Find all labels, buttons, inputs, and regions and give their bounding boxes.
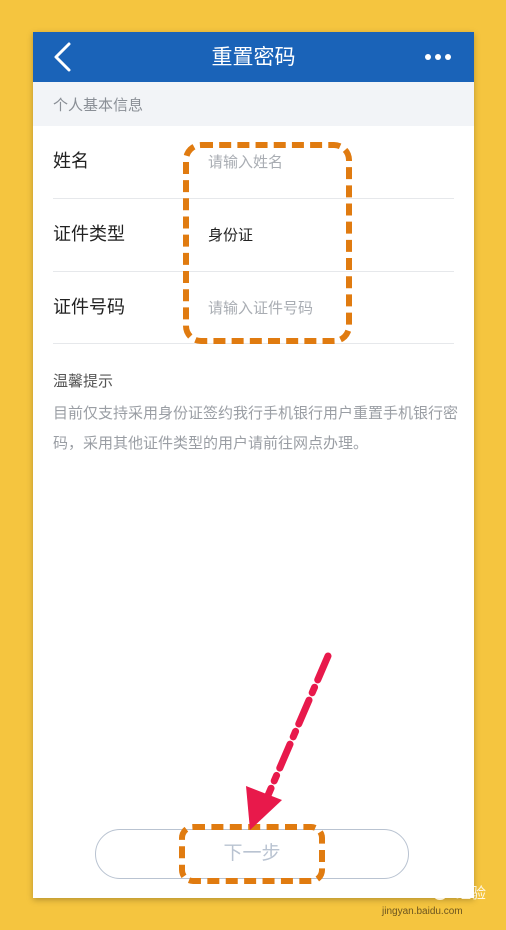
tips-body: 目前仅支持采用身份证签约我行手机银行用户重置手机银行密码，采用其他证件类型的用户…: [53, 404, 459, 452]
divider: [53, 343, 454, 344]
id-number-row: 证件号码: [53, 272, 453, 344]
id-number-input[interactable]: [208, 294, 408, 322]
name-label: 姓名: [53, 151, 89, 172]
name-row: 姓名: [53, 126, 453, 198]
section-title: 个人基本信息: [53, 96, 144, 114]
id-type-label: 证件类型: [53, 224, 125, 245]
next-step-button[interactable]: 下一步: [95, 829, 409, 879]
watermark-url: jingyan.baidu.com: [382, 906, 463, 917]
section-header: 个人基本信息: [33, 82, 474, 126]
name-input[interactable]: [208, 148, 408, 176]
nav-bar: 重置密码: [33, 32, 474, 82]
more-horizontal-icon: [425, 54, 451, 60]
tips-title: 温馨提示: [53, 372, 114, 390]
id-number-label: 证件号码: [53, 297, 125, 318]
id-type-value: 身份证: [208, 226, 254, 244]
phone-screen: 重置密码 个人基本信息 姓名 证件类型 身份证 证件号码 温馨提示 目前仅支持采…: [33, 32, 474, 898]
page-title: 重置密码: [211, 45, 296, 69]
id-type-row[interactable]: 证件类型 身份证: [53, 199, 453, 271]
more-button[interactable]: [422, 42, 456, 72]
